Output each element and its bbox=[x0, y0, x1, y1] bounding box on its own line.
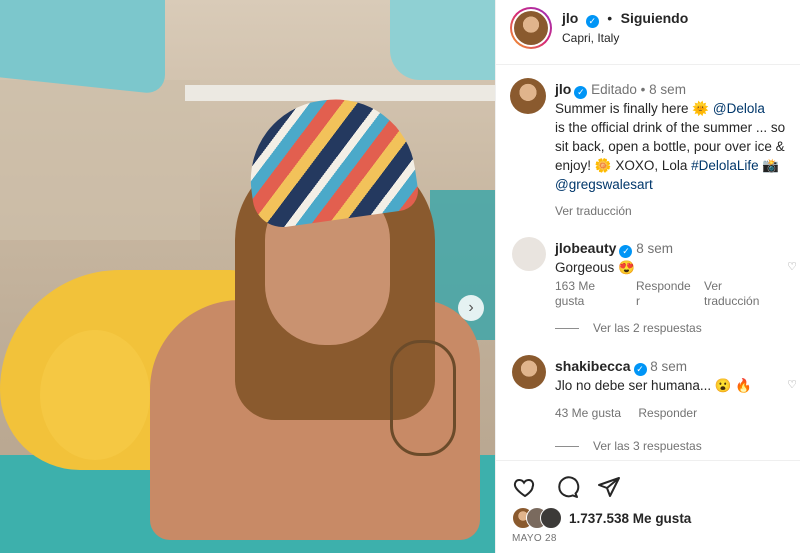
separator: • bbox=[607, 10, 613, 26]
separator: • bbox=[640, 82, 646, 97]
umbrella bbox=[390, 0, 495, 80]
comment: jlobeauty ✓ 8 sem Gorgeous 😍 163 Me gusta… bbox=[555, 239, 775, 311]
view-replies-label: Ver las 2 respuestas bbox=[593, 321, 702, 335]
reply-button[interactable]: Responder bbox=[636, 279, 692, 309]
verified-badge-icon: ✓ bbox=[633, 363, 647, 376]
sunglasses bbox=[390, 340, 456, 456]
comment-icon[interactable] bbox=[554, 475, 580, 499]
translate-link[interactable]: Ver traducción bbox=[555, 202, 798, 221]
send-icon[interactable] bbox=[596, 475, 622, 499]
comment-likes[interactable]: 163 Me gusta bbox=[555, 279, 611, 309]
divider bbox=[555, 328, 579, 330]
timestamp: 8 sem bbox=[636, 241, 673, 256]
translate-link[interactable]: Ver traducción bbox=[704, 279, 774, 309]
liked-by-avatars[interactable] bbox=[512, 507, 572, 529]
verified-badge-icon: ✓ bbox=[574, 86, 588, 99]
divider bbox=[555, 446, 579, 448]
post-header: jlo ✓ • Siguiendo Capri, Italy bbox=[496, 0, 800, 65]
comment-username[interactable]: shakibecca bbox=[555, 358, 631, 374]
avatar bbox=[540, 507, 562, 529]
story-ring[interactable] bbox=[510, 7, 552, 49]
verified-badge-icon: ✓ bbox=[619, 245, 633, 258]
mention-link[interactable]: @Delola bbox=[713, 101, 765, 116]
comment: shakibecca ✓ 8 sem Jlo no debe ser humana… bbox=[555, 357, 775, 423]
heart-icon[interactable] bbox=[512, 475, 538, 499]
timestamp: 8 sem bbox=[649, 82, 686, 97]
verified-badge-icon: ✓ bbox=[585, 15, 599, 28]
avatar[interactable] bbox=[512, 355, 546, 389]
next-photo-button[interactable]: › bbox=[458, 295, 484, 321]
view-replies[interactable]: Ver las 3 respuestas bbox=[555, 439, 702, 453]
follow-status-button[interactable]: Siguiendo bbox=[621, 10, 689, 26]
post-actions: 1.737.538 Me gusta MAYO 28 bbox=[496, 460, 800, 554]
comment-likes[interactable]: 43 Me gusta bbox=[555, 406, 621, 420]
edited-label: Editado bbox=[591, 82, 637, 97]
timestamp: 8 sem bbox=[650, 359, 688, 374]
comment-text: Jlo no debe ser humana... 😮 🔥 bbox=[555, 378, 753, 393]
avatar bbox=[514, 11, 548, 45]
avatar[interactable] bbox=[510, 78, 546, 114]
hashtag-link[interactable]: #DelolaLife bbox=[691, 158, 759, 173]
like-comment-heart-icon[interactable]: ♡ bbox=[787, 260, 797, 273]
username[interactable]: jlo bbox=[562, 10, 578, 26]
location[interactable]: Capri, Italy bbox=[562, 31, 619, 45]
comment-username[interactable]: jlobeauty bbox=[555, 240, 616, 256]
caption-text: Summer is finally here 🌞 bbox=[555, 101, 713, 116]
view-replies-label: Ver las 3 respuestas bbox=[593, 439, 702, 453]
avatar[interactable] bbox=[512, 237, 546, 271]
comment-text: Gorgeous 😍 bbox=[555, 260, 635, 275]
username[interactable]: jlo bbox=[555, 81, 571, 97]
credit-link[interactable]: @gregswalesart bbox=[555, 177, 653, 192]
caption: jlo ✓ Editado • 8 sem Summer is finally h… bbox=[555, 80, 798, 221]
headscarf bbox=[240, 89, 421, 231]
post-sidebar: jlo ✓ • Siguiendo Capri, Italy jlo ✓ Edit… bbox=[495, 0, 800, 553]
reply-button[interactable]: Responder bbox=[638, 406, 697, 420]
camera-emoji: 📸 bbox=[758, 158, 780, 173]
post-date: MAYO 28 bbox=[512, 533, 557, 544]
view-replies[interactable]: Ver las 2 respuestas bbox=[555, 321, 702, 335]
post-photo[interactable]: › bbox=[0, 0, 495, 553]
likes-count[interactable]: 1.737.538 Me gusta bbox=[569, 511, 691, 526]
background-wall bbox=[0, 80, 200, 240]
swimsuit bbox=[40, 330, 150, 460]
like-comment-heart-icon[interactable]: ♡ bbox=[787, 378, 797, 391]
chevron-right-icon: › bbox=[468, 299, 474, 316]
